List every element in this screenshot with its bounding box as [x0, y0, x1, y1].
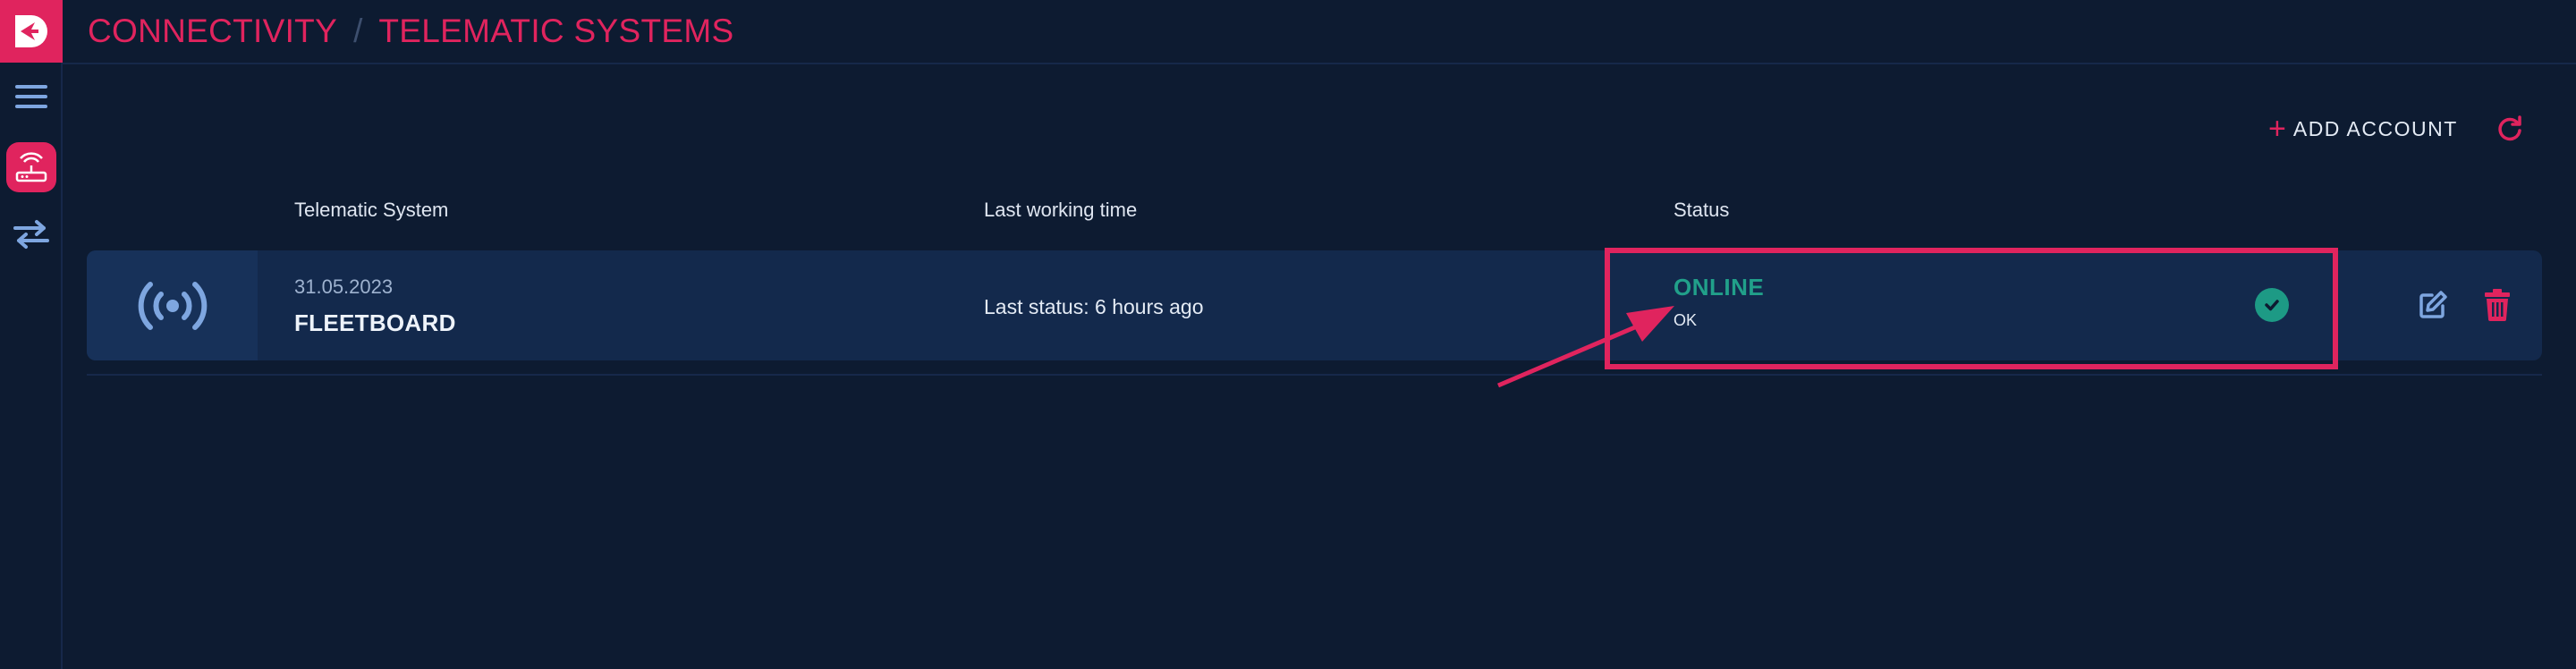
menu-button[interactable]	[0, 77, 63, 116]
breadcrumb-separator: /	[353, 13, 363, 49]
add-account-button[interactable]: + ADD ACCOUNT	[2268, 111, 2458, 147]
logo-icon	[15, 15, 47, 47]
column-header-status: Status	[1674, 199, 1730, 221]
sidebar	[0, 0, 63, 669]
row-date: 31.05.2023	[294, 275, 394, 298]
delete-button[interactable]	[2480, 288, 2514, 322]
annotation-highlight-box	[1605, 248, 2338, 369]
plus-icon: +	[2268, 112, 2286, 146]
row-icon-cell	[87, 250, 258, 360]
broadcast-icon	[138, 281, 207, 330]
add-account-label: ADD ACCOUNT	[2292, 116, 2458, 140]
breadcrumb-connectivity[interactable]: CONNECTIVITY	[88, 13, 337, 50]
column-header-last-working-time: Last working time	[984, 199, 1138, 221]
edit-icon	[2419, 291, 2447, 318]
logo[interactable]	[0, 0, 63, 63]
row-last-status: Last status: 6 hours ago	[984, 295, 1204, 318]
sidebar-item-telematic[interactable]	[0, 140, 63, 195]
telematic-router-icon	[15, 152, 47, 182]
refresh-button[interactable]	[2492, 111, 2528, 147]
transfer-arrows-icon	[13, 220, 49, 249]
row-divider	[87, 374, 2542, 376]
sidebar-item-telematic-pill	[6, 142, 56, 192]
edit-button[interactable]	[2416, 288, 2450, 322]
breadcrumb: CONNECTIVITY / TELEMATIC SYSTEMS	[63, 0, 2576, 64]
row-system-name: FLEETBOARD	[294, 309, 456, 336]
trash-icon	[2485, 289, 2510, 321]
menu-icon	[15, 85, 47, 108]
breadcrumb-telematic-systems: TELEMATIC SYSTEMS	[378, 13, 734, 49]
sidebar-item-transfer[interactable]	[0, 215, 63, 254]
refresh-icon	[2498, 115, 2521, 141]
column-header-telematic-system: Telematic System	[294, 199, 449, 221]
